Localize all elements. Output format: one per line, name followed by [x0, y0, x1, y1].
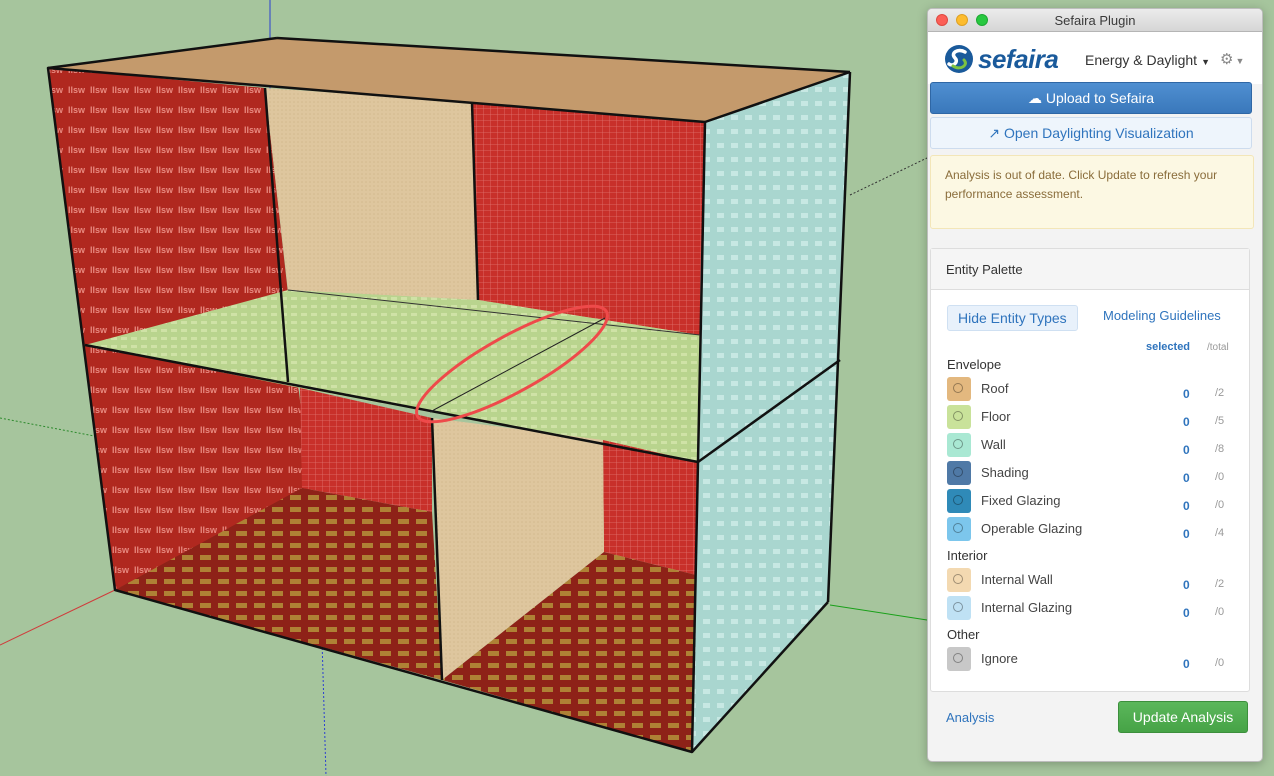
entity-internal-wall[interactable]: Internal Wall 0 /2 [947, 568, 1242, 594]
caret-down-icon: ▼ [1201, 57, 1210, 67]
entity-selected-count: 0 [1183, 499, 1190, 513]
external-link-icon: ↗ [988, 125, 1001, 141]
operable-glazing-swatch[interactable] [947, 517, 971, 541]
entity-selected-count: 0 [1183, 657, 1190, 671]
entity-selected-count: 0 [1183, 471, 1190, 485]
analysis-link[interactable]: Analysis [946, 710, 994, 725]
entity-label: Internal Glazing [981, 600, 1073, 615]
settings-dropdown[interactable]: ⚙ ▼ [1220, 50, 1244, 68]
entity-label: Operable Glazing [981, 521, 1083, 536]
entity-selected-count: 0 [1183, 415, 1190, 429]
group-interior: Interior [947, 548, 988, 563]
axis-green [829, 604, 928, 621]
entity-total-count: /4 [1215, 527, 1225, 539]
entity-floor[interactable]: Floor 0 /5 [947, 405, 1242, 431]
entity-selected-count: 0 [1183, 606, 1190, 620]
group-envelope: Envelope [947, 357, 1002, 372]
entity-ignore[interactable]: Ignore 0 /0 [947, 647, 1242, 673]
entity-total-count: /0 [1215, 606, 1225, 618]
open-daylighting-label: Open Daylighting Visualization [1003, 125, 1194, 141]
group-other: Other [947, 627, 980, 642]
building-model[interactable] [46, 36, 852, 754]
axis-blue-dotted [321, 639, 327, 776]
entity-label: Shading [981, 465, 1029, 480]
upload-button[interactable]: ☁ Upload to Sefaira [930, 82, 1252, 114]
panel-header: sefaira Energy & Daylight ▼ ⚙ ▼ [928, 32, 1262, 84]
entity-total-count: /5 [1215, 415, 1225, 427]
right-wall[interactable] [692, 72, 850, 752]
ignore-swatch[interactable] [947, 647, 971, 671]
entity-selected-count: 0 [1183, 527, 1190, 541]
upper-back-wall[interactable] [472, 102, 705, 335]
roof-swatch[interactable] [947, 377, 971, 401]
entity-palette-header: Entity Palette [931, 249, 1249, 290]
entity-total-count: /0 [1215, 471, 1225, 483]
internal-wall-swatch[interactable] [947, 568, 971, 592]
caret-down-icon: ▼ [1235, 56, 1245, 66]
axis-red [0, 589, 116, 646]
gear-icon: ⚙ [1220, 51, 1234, 68]
cloud-upload-icon: ☁ [1027, 90, 1042, 106]
entity-label: Ignore [981, 651, 1018, 666]
total-column-header: /total [1207, 342, 1229, 353]
upload-button-label: Upload to Sefaira [1045, 90, 1155, 106]
outdated-analysis-alert: Analysis is out of date. Click Update to… [930, 155, 1254, 229]
hide-entity-types-button[interactable]: Hide Entity Types [947, 305, 1078, 331]
sefaira-plugin-window: Sefaira Plugin sefaira Energy & Daylight… [927, 8, 1263, 762]
mode-dropdown[interactable]: Energy & Daylight ▼ [1085, 52, 1210, 68]
entity-total-count: /2 [1215, 387, 1225, 399]
entity-label: Roof [981, 381, 1009, 396]
entity-label: Internal Wall [981, 572, 1053, 587]
floor-swatch[interactable] [947, 405, 971, 429]
window-title: Sefaira Plugin [1054, 13, 1136, 28]
entity-total-count: /2 [1215, 578, 1225, 590]
wall-swatch[interactable] [947, 433, 971, 457]
entity-roof[interactable]: Roof 0 /2 [947, 377, 1242, 403]
entity-shading[interactable]: Shading 0 /0 [947, 461, 1242, 487]
upper-back-partition[interactable] [265, 88, 478, 300]
entity-fixed-glazing[interactable]: Fixed Glazing 0 /0 [947, 489, 1242, 515]
entity-wall[interactable]: Wall 0 /8 [947, 433, 1242, 459]
sefaira-logo-icon [945, 45, 973, 73]
entity-label: Floor [981, 409, 1011, 424]
fixed-glazing-swatch[interactable] [947, 489, 971, 513]
selected-column-header: selected [1146, 341, 1191, 353]
entity-total-count: /0 [1215, 657, 1225, 669]
entity-total-count: /0 [1215, 499, 1225, 511]
entity-palette: Entity Palette Hide Entity Types Modelin… [930, 248, 1250, 692]
entity-palette-title: Entity Palette [946, 262, 1023, 277]
entity-operable-glazing[interactable]: Operable Glazing 0 /4 [947, 517, 1242, 543]
entity-label: Fixed Glazing [981, 493, 1061, 508]
entity-total-count: /8 [1215, 443, 1225, 455]
window-titlebar: Sefaira Plugin [928, 9, 1262, 32]
axis-black-dotted [849, 157, 928, 196]
internal-glazing-swatch[interactable] [947, 596, 971, 620]
entity-selected-count: 0 [1183, 387, 1190, 401]
panel-footer: Analysis Update Analysis [930, 698, 1248, 738]
open-daylighting-visualization-button[interactable]: ↗ Open Daylighting Visualization [930, 117, 1252, 149]
entity-internal-glazing[interactable]: Internal Glazing 0 /0 [947, 596, 1242, 622]
entity-selected-count: 0 [1183, 578, 1190, 592]
update-analysis-button[interactable]: Update Analysis [1118, 701, 1248, 733]
logo-wordmark: sefaira [978, 44, 1059, 74]
modeling-guidelines-link[interactable]: Modeling Guidelines [1103, 308, 1221, 323]
entity-label: Wall [981, 437, 1006, 452]
shading-swatch[interactable] [947, 461, 971, 485]
mode-dropdown-label: Energy & Daylight [1085, 52, 1198, 68]
entity-selected-count: 0 [1183, 443, 1190, 457]
